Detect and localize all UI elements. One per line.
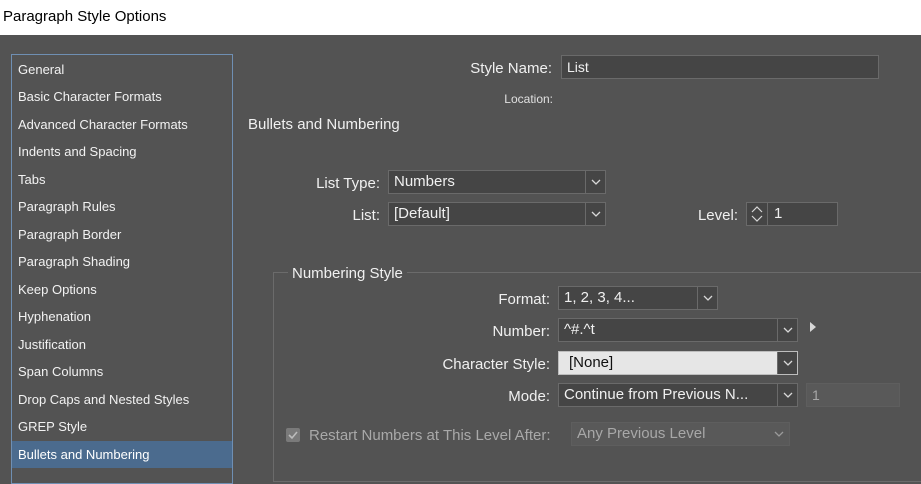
format-label: Format: [498, 291, 550, 308]
sidebar-item-grep-style[interactable]: GREP Style [12, 413, 232, 440]
list-type-label: List Type: [316, 175, 380, 192]
level-value: 1 [774, 205, 783, 222]
number-label: Number: [492, 323, 550, 340]
chevron-down-icon[interactable] [769, 423, 789, 445]
list-label: List: [352, 207, 380, 224]
sidebar-item-keep-options[interactable]: Keep Options [12, 276, 232, 303]
restart-after-value: Any Previous Level [577, 425, 706, 442]
level-label: Level: [697, 207, 738, 224]
level-stepper[interactable]: 1 [746, 202, 838, 226]
list-dropdown[interactable]: [Default] [388, 202, 606, 226]
sidebar-item-paragraph-rules[interactable]: Paragraph Rules [12, 193, 232, 220]
section-title: Bullets and Numbering [248, 116, 400, 133]
restart-numbers-label: Restart Numbers at This Level After: [309, 427, 551, 444]
sidebar-item-hyphenation[interactable]: Hyphenation [12, 303, 232, 330]
numbering-style-title: Numbering Style [288, 265, 407, 282]
restart-numbers-checkbox[interactable] [286, 428, 300, 442]
character-style-value: [None] [569, 354, 614, 371]
stepper-arrows-icon[interactable] [747, 203, 768, 225]
sidebar-item-paragraph-border[interactable]: Paragraph Border [12, 221, 232, 248]
chevron-down-icon[interactable] [777, 384, 797, 406]
sidebar-item-indents-and-spacing[interactable]: Indents and Spacing [12, 138, 232, 165]
sidebar-item-paragraph-shading[interactable]: Paragraph Shading [12, 248, 232, 275]
mode-label: Mode: [508, 388, 550, 405]
sidebar-item-advanced-character-formats[interactable]: Advanced Character Formats [12, 111, 232, 138]
insert-special-character-arrow-icon[interactable] [809, 320, 817, 338]
number-value: ^#.^t [564, 321, 595, 338]
list-value: [Default] [394, 205, 450, 222]
list-type-dropdown[interactable]: Numbers [388, 170, 606, 194]
sidebar-item-drop-caps-and-nested-styles[interactable]: Drop Caps and Nested Styles [12, 386, 232, 413]
format-combobox[interactable]: 1, 2, 3, 4... [558, 286, 718, 310]
mode-dropdown[interactable]: Continue from Previous N... [558, 383, 798, 407]
title-bar: Paragraph Style Options [0, 0, 921, 35]
chevron-down-icon[interactable] [697, 287, 717, 309]
restart-after-dropdown[interactable]: Any Previous Level [571, 422, 790, 446]
list-type-value: Numbers [394, 173, 455, 190]
category-list[interactable]: General Basic Character Formats Advanced… [11, 54, 233, 484]
character-style-label: Character Style: [442, 356, 550, 373]
number-input[interactable]: ^#.^t [558, 318, 798, 342]
mode-start-number-input[interactable]: 1 [806, 383, 900, 407]
window-title: Paragraph Style Options [3, 8, 167, 25]
mode-value: Continue from Previous N... [564, 386, 749, 403]
sidebar-item-tabs[interactable]: Tabs [12, 166, 232, 193]
chevron-down-icon[interactable] [777, 352, 797, 374]
chevron-down-icon[interactable] [585, 171, 605, 193]
chevron-down-icon[interactable] [777, 319, 797, 341]
location-label: Location: [504, 92, 553, 106]
sidebar-item-span-columns[interactable]: Span Columns [12, 358, 232, 385]
sidebar-item-justification[interactable]: Justification [12, 331, 232, 358]
sidebar-item-basic-character-formats[interactable]: Basic Character Formats [12, 83, 232, 110]
character-style-dropdown[interactable]: [None] [558, 351, 798, 375]
style-name-input[interactable]: List [561, 55, 879, 79]
chevron-down-icon[interactable] [585, 203, 605, 225]
format-value: 1, 2, 3, 4... [564, 289, 635, 306]
style-name-label: Style Name: [470, 60, 552, 77]
sidebar-item-general[interactable]: General [12, 56, 232, 83]
sidebar-item-bullets-and-numbering[interactable]: Bullets and Numbering [12, 441, 232, 468]
